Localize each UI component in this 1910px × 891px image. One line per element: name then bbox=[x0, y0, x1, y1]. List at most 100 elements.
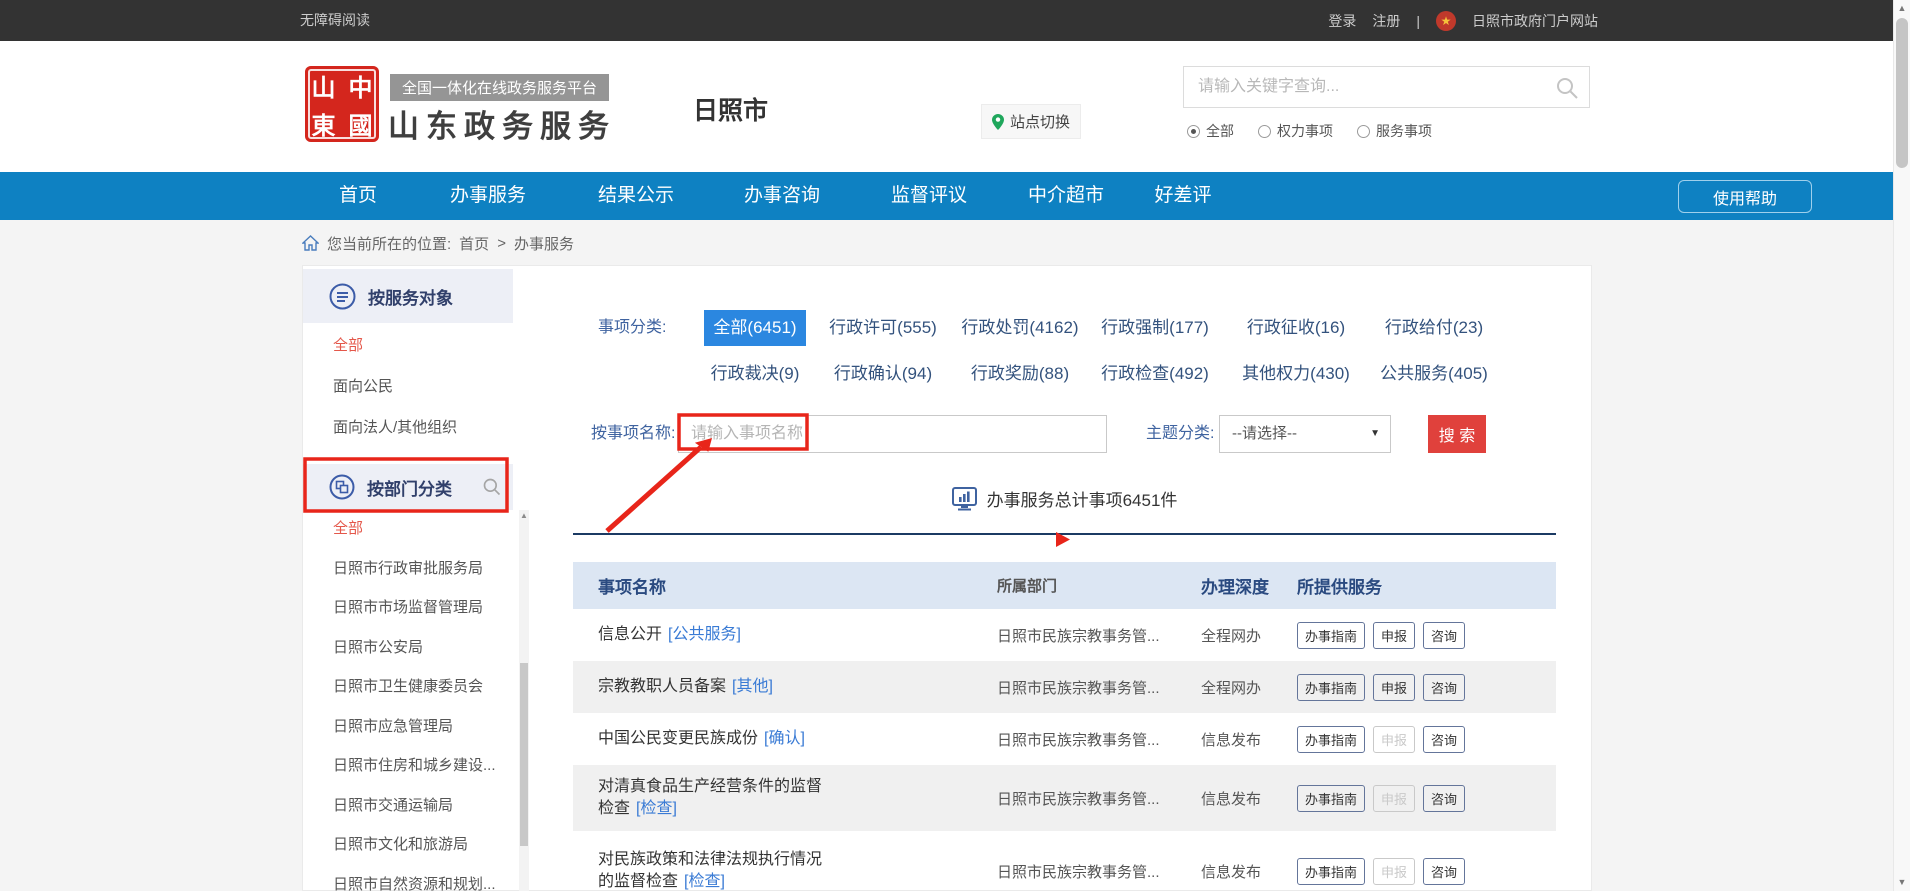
topic-select[interactable]: --请选择-- ▼ bbox=[1219, 415, 1391, 453]
item-depth: 信息发布 bbox=[1191, 729, 1287, 750]
apply-button[interactable]: 申报 bbox=[1373, 674, 1415, 701]
scope-all[interactable]: 全部 bbox=[1187, 121, 1234, 141]
item-tag[interactable]: [其他] bbox=[732, 678, 773, 695]
consult-button[interactable]: 咨询 bbox=[1423, 674, 1465, 701]
category-xingzheng-jiancha[interactable]: 行政检查(492) bbox=[1101, 356, 1209, 392]
nav-rating[interactable]: 好差评 bbox=[1154, 172, 1211, 220]
item-name-link[interactable]: 中国公民变更民族成份 bbox=[598, 730, 758, 747]
item-tag[interactable]: [检查] bbox=[636, 800, 677, 817]
home-icon bbox=[302, 235, 319, 251]
item-tag[interactable]: [确认] bbox=[764, 730, 805, 747]
breadcrumb-home[interactable]: 首页 bbox=[459, 233, 489, 254]
department-list-scrollbar[interactable]: ▲ bbox=[519, 510, 529, 891]
dept-item[interactable]: 日照市交通运输局 bbox=[333, 786, 496, 826]
category-xingzheng-chufa[interactable]: 行政处罚(4162) bbox=[961, 310, 1078, 346]
keyword-search-input[interactable] bbox=[1184, 67, 1589, 107]
apply-button-disabled: 申报 bbox=[1373, 726, 1415, 753]
nav-services[interactable]: 办事服务 bbox=[450, 172, 526, 220]
scope-power-items[interactable]: 权力事项 bbox=[1258, 121, 1333, 141]
search-icon[interactable] bbox=[1555, 76, 1579, 100]
item-tag[interactable]: [检查] bbox=[684, 873, 725, 890]
category-xingzheng-xuke[interactable]: 行政许可(555) bbox=[829, 310, 937, 346]
dept-item-all[interactable]: 全部 bbox=[333, 509, 496, 549]
login-link[interactable]: 登录 bbox=[1328, 11, 1356, 31]
accessibility-link[interactable]: 无障碍阅读 bbox=[300, 0, 370, 41]
guide-button[interactable]: 办事指南 bbox=[1297, 858, 1365, 885]
guide-button[interactable]: 办事指南 bbox=[1297, 726, 1365, 753]
site-switch-button[interactable]: 站点切换 bbox=[981, 104, 1081, 139]
sidebar-section-service-target[interactable]: 按服务对象 bbox=[303, 269, 513, 323]
service-target-legal-person[interactable]: 面向法人/其他组织 bbox=[333, 408, 457, 448]
city-name: 日照市 bbox=[693, 91, 768, 127]
item-department: 日照市民族宗教事务管... bbox=[986, 625, 1191, 646]
item-name-link[interactable]: 信息公开 bbox=[598, 626, 662, 643]
dept-item[interactable]: 日照市公安局 bbox=[333, 628, 496, 668]
radio-icon[interactable] bbox=[1258, 125, 1271, 138]
col-header-name: 事项名称 bbox=[573, 573, 986, 598]
register-link[interactable]: 注册 bbox=[1372, 11, 1400, 31]
service-target-all[interactable]: 全部 bbox=[333, 326, 363, 366]
dept-item[interactable]: 日照市市场监督管理局 bbox=[333, 588, 496, 628]
scroll-up-icon[interactable]: ▲ bbox=[1894, 0, 1910, 17]
radio-icon[interactable] bbox=[1187, 125, 1200, 138]
guide-button[interactable]: 办事指南 bbox=[1297, 622, 1365, 649]
help-button[interactable]: 使用帮助 bbox=[1678, 180, 1812, 213]
consult-button[interactable]: 咨询 bbox=[1423, 785, 1465, 812]
scroll-down-icon[interactable]: ▼ bbox=[1894, 874, 1910, 891]
dept-item[interactable]: 日照市文化和旅游局 bbox=[333, 825, 496, 865]
item-name-input[interactable] bbox=[679, 416, 1106, 452]
guide-button[interactable]: 办事指南 bbox=[1297, 785, 1365, 812]
dept-item[interactable]: 日照市应急管理局 bbox=[333, 707, 496, 747]
main-nav: 首页 办事服务 结果公示 办事咨询 监督评议 中介超市 好差评 使用帮助 bbox=[0, 172, 1910, 220]
category-gonggong-fuwu[interactable]: 公共服务(405) bbox=[1380, 356, 1488, 392]
col-header-department: 所属部门 bbox=[986, 575, 1191, 596]
department-list: 全部 日照市行政审批服务局 日照市市场监督管理局 日照市公安局 日照市卫生健康委… bbox=[333, 509, 496, 891]
category-xingzheng-caijue[interactable]: 行政裁决(9) bbox=[711, 356, 800, 392]
breadcrumb-current[interactable]: 办事服务 bbox=[514, 233, 574, 254]
seal-char: 東 bbox=[305, 104, 342, 142]
top-utility-bar: 无障碍阅读 登录 注册 | ★ 日照市政府门户网站 bbox=[0, 0, 1910, 41]
dept-item[interactable]: 日照市住房和城乡建设... bbox=[333, 746, 496, 786]
item-name-label: 按事项名称: bbox=[591, 416, 675, 452]
item-tag[interactable]: [公共服务] bbox=[668, 626, 741, 643]
service-target-citizen[interactable]: 面向公民 bbox=[333, 367, 393, 407]
site-header: 山 中 東 國 全国一体化在线政务服务平台 山东政务服务 日照市 站点切换 全部… bbox=[0, 41, 1910, 172]
dept-item[interactable]: 日照市行政审批服务局 bbox=[333, 549, 496, 589]
dept-item[interactable]: 日照市卫生健康委员会 bbox=[333, 667, 496, 707]
scope-label: 全部 bbox=[1206, 121, 1234, 141]
sidebar-section-department[interactable]: 按部门分类 bbox=[303, 464, 513, 510]
department-search-icon[interactable] bbox=[482, 477, 502, 497]
category-xingzheng-zhengshou[interactable]: 行政征收(16) bbox=[1247, 310, 1345, 346]
nav-intermediary[interactable]: 中介超市 bbox=[1028, 172, 1104, 220]
category-xingzheng-queren[interactable]: 行政确认(94) bbox=[834, 356, 932, 392]
category-xingzheng-jiangli[interactable]: 行政奖励(88) bbox=[971, 356, 1069, 392]
scroll-up-icon[interactable]: ▲ bbox=[519, 510, 529, 522]
portal-site-link[interactable]: 日照市政府门户网站 bbox=[1472, 11, 1598, 31]
scrollbar-thumb[interactable] bbox=[520, 663, 528, 846]
category-xingzheng-jifu[interactable]: 行政给付(23) bbox=[1385, 310, 1483, 346]
search-button[interactable]: 搜 索 bbox=[1428, 415, 1486, 453]
item-department: 日照市民族宗教事务管... bbox=[986, 729, 1191, 750]
nav-home[interactable]: 首页 bbox=[339, 172, 377, 220]
item-depth: 全程网办 bbox=[1191, 625, 1287, 646]
consult-button[interactable]: 咨询 bbox=[1423, 622, 1465, 649]
scrollbar-thumb[interactable] bbox=[1896, 18, 1908, 168]
nav-supervision[interactable]: 监督评议 bbox=[891, 172, 967, 220]
item-name-link[interactable]: 对清真食品生产经营条件的监督检查 bbox=[598, 778, 822, 817]
page-scrollbar[interactable]: ▲ ▼ bbox=[1893, 0, 1910, 891]
guide-button[interactable]: 办事指南 bbox=[1297, 674, 1365, 701]
radio-icon[interactable] bbox=[1357, 125, 1370, 138]
consult-button[interactable]: 咨询 bbox=[1423, 726, 1465, 753]
category-all[interactable]: 全部(6451) bbox=[704, 310, 806, 346]
category-qita-quanli[interactable]: 其他权力(430) bbox=[1242, 356, 1350, 392]
apply-button[interactable]: 申报 bbox=[1373, 622, 1415, 649]
item-name-link[interactable]: 宗教教职人员备案 bbox=[598, 678, 726, 695]
scope-service-items[interactable]: 服务事项 bbox=[1357, 121, 1432, 141]
dept-item[interactable]: 日照市自然资源和规划... bbox=[333, 865, 496, 891]
category-xingzheng-qiangzhi[interactable]: 行政强制(177) bbox=[1101, 310, 1209, 346]
nav-consult[interactable]: 办事咨询 bbox=[744, 172, 820, 220]
nav-results[interactable]: 结果公示 bbox=[598, 172, 674, 220]
apply-button-disabled: 申报 bbox=[1373, 785, 1415, 812]
consult-button[interactable]: 咨询 bbox=[1423, 858, 1465, 885]
item-department: 日照市民族宗教事务管... bbox=[986, 677, 1191, 698]
